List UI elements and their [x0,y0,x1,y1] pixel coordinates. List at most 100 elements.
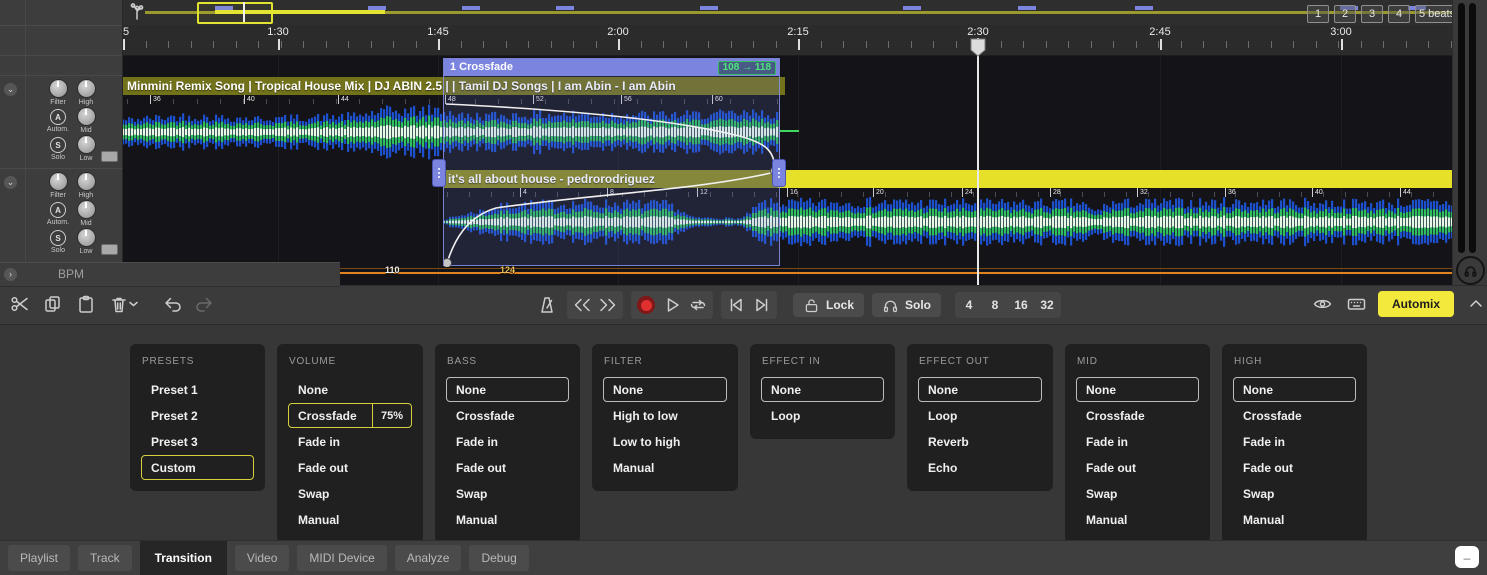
tab-transition[interactable]: Transition [140,541,227,575]
option-crossfade[interactable]: Crossfade [1076,403,1199,428]
option-swap[interactable]: Swap [288,481,412,506]
option-none[interactable]: None [288,377,412,402]
fast-forward-button[interactable] [596,293,620,317]
redo-button[interactable] [193,292,217,316]
option-fade-in[interactable]: Fade in [446,429,569,454]
option-manual[interactable]: Manual [446,507,569,532]
option-swap[interactable]: Swap [1076,481,1199,506]
option-swap[interactable]: Swap [1233,481,1356,506]
option-none[interactable]: None [918,377,1042,402]
option-none[interactable]: None [761,377,884,402]
option-low-to-high[interactable]: Low to high [603,429,727,454]
option-swap[interactable]: Swap [446,481,569,506]
track-collapse-chevron-icon[interactable]: ⌄ [4,83,17,96]
rewind-button[interactable] [570,293,594,317]
record-button[interactable] [634,293,658,317]
option-preset-3[interactable]: Preset 3 [141,429,254,454]
option-crossfade[interactable]: Crossfade [1233,403,1356,428]
option-none[interactable]: None [1233,377,1356,402]
beat-button-1[interactable]: 1 [1307,5,1329,23]
knob-low[interactable]: Low [72,228,100,255]
knob-autom[interactable]: AAutom. [44,107,72,133]
loop-length-8-button[interactable]: 8 [984,294,1006,316]
option-loop[interactable]: Loop [918,403,1042,428]
shortcuts-button[interactable] [1344,292,1368,316]
lock-button[interactable]: Lock [793,293,864,317]
option-fade-out[interactable]: Fade out [1233,455,1356,480]
vertical-scrollbar-2[interactable] [1469,3,1476,253]
bpm-expand-chevron-icon[interactable]: › [4,268,17,281]
option-preset-1[interactable]: Preset 1 [141,377,254,402]
loop-length-4-button[interactable]: 4 [958,294,980,316]
option-manual[interactable]: Manual [288,507,412,532]
option-none[interactable]: None [603,377,727,402]
automix-button[interactable]: Automix [1378,291,1454,317]
option-fade-out[interactable]: Fade out [1076,455,1199,480]
beat-button-3[interactable]: 3 [1361,5,1383,23]
option-manual[interactable]: Manual [603,455,727,480]
option-echo[interactable]: Echo [918,455,1042,480]
timeline-ruler[interactable]: 51:301:452:002:152:302:453:00 [122,25,1452,56]
option-reverb[interactable]: Reverb [918,429,1042,454]
track-collapse-chevron-icon[interactable]: ⌄ [4,176,17,189]
tab-analyze[interactable]: Analyze [395,545,462,571]
mini-display-button[interactable] [101,151,118,162]
beat-button-4[interactable]: 4 [1388,5,1410,23]
mini-display-button[interactable] [101,244,118,255]
collapse-panel-button[interactable] [1464,292,1487,316]
tab-debug[interactable]: Debug [469,545,528,571]
solo-button[interactable]: Solo [872,293,941,317]
visibility-button[interactable] [1310,292,1334,316]
option-none[interactable]: None [1076,377,1199,402]
option-high-to-low[interactable]: High to low [603,403,727,428]
skip-previous-button[interactable] [724,293,748,317]
option-fade-out[interactable]: Fade out [288,455,412,480]
option-manual[interactable]: Manual [1076,507,1199,532]
delete-button[interactable] [107,292,139,316]
headphones-badge-button[interactable] [1456,256,1485,285]
cut-button[interactable] [8,292,32,316]
copy-button[interactable] [41,292,65,316]
knob-low[interactable]: Low [72,135,100,162]
tab-video[interactable]: Video [235,545,289,571]
paste-button[interactable] [74,292,98,316]
option-manual[interactable]: Manual [1233,507,1356,532]
metronome-button[interactable] [535,293,559,317]
play-button[interactable] [660,293,684,317]
knob-mid[interactable]: Mid [72,107,100,134]
playhead-line[interactable] [977,38,979,285]
knob-mid[interactable]: Mid [72,200,100,227]
option-crossfade[interactable]: Crossfade [446,403,569,428]
knob-solo[interactable]: SSolo [44,135,72,161]
knob-autom[interactable]: AAutom. [44,200,72,226]
option-fade-out[interactable]: Fade out [446,455,569,480]
knob-filter[interactable]: Filter [44,172,72,199]
option-crossfade[interactable]: Crossfade75% [288,403,412,428]
chat-help-button[interactable] [1450,540,1484,573]
knob-filter[interactable]: Filter [44,79,72,106]
option-fade-in[interactable]: Fade in [288,429,412,454]
option-preset-2[interactable]: Preset 2 [141,403,254,428]
skip-next-button[interactable] [750,293,774,317]
crossfade-left-handle[interactable] [432,159,446,187]
minimap-viewport[interactable] [197,2,273,24]
tab-midi-device[interactable]: MIDI Device [297,545,386,571]
knob-solo[interactable]: SSolo [44,228,72,254]
knob-high[interactable]: High [72,79,100,106]
playhead-marker[interactable] [970,38,986,58]
beat-button-2[interactable]: 2 [1334,5,1356,23]
loop-length-32-button[interactable]: 32 [1036,294,1058,316]
undo-button[interactable] [160,292,184,316]
option-fade-in[interactable]: Fade in [1233,429,1356,454]
fade-in-start-handle[interactable] [444,259,452,268]
crossfade-selection[interactable]: 1 Crossfade 108 → 118 [443,58,780,266]
crossfade-right-handle[interactable] [772,159,786,187]
loop-button[interactable] [686,293,710,317]
minimap[interactable] [122,0,1452,26]
loop-length-16-button[interactable]: 16 [1010,294,1032,316]
option-custom[interactable]: Custom [141,455,254,480]
tab-track[interactable]: Track [78,545,132,571]
option-none[interactable]: None [446,377,569,402]
option-loop[interactable]: Loop [761,403,884,428]
track2-region-bar[interactable] [778,170,1452,188]
